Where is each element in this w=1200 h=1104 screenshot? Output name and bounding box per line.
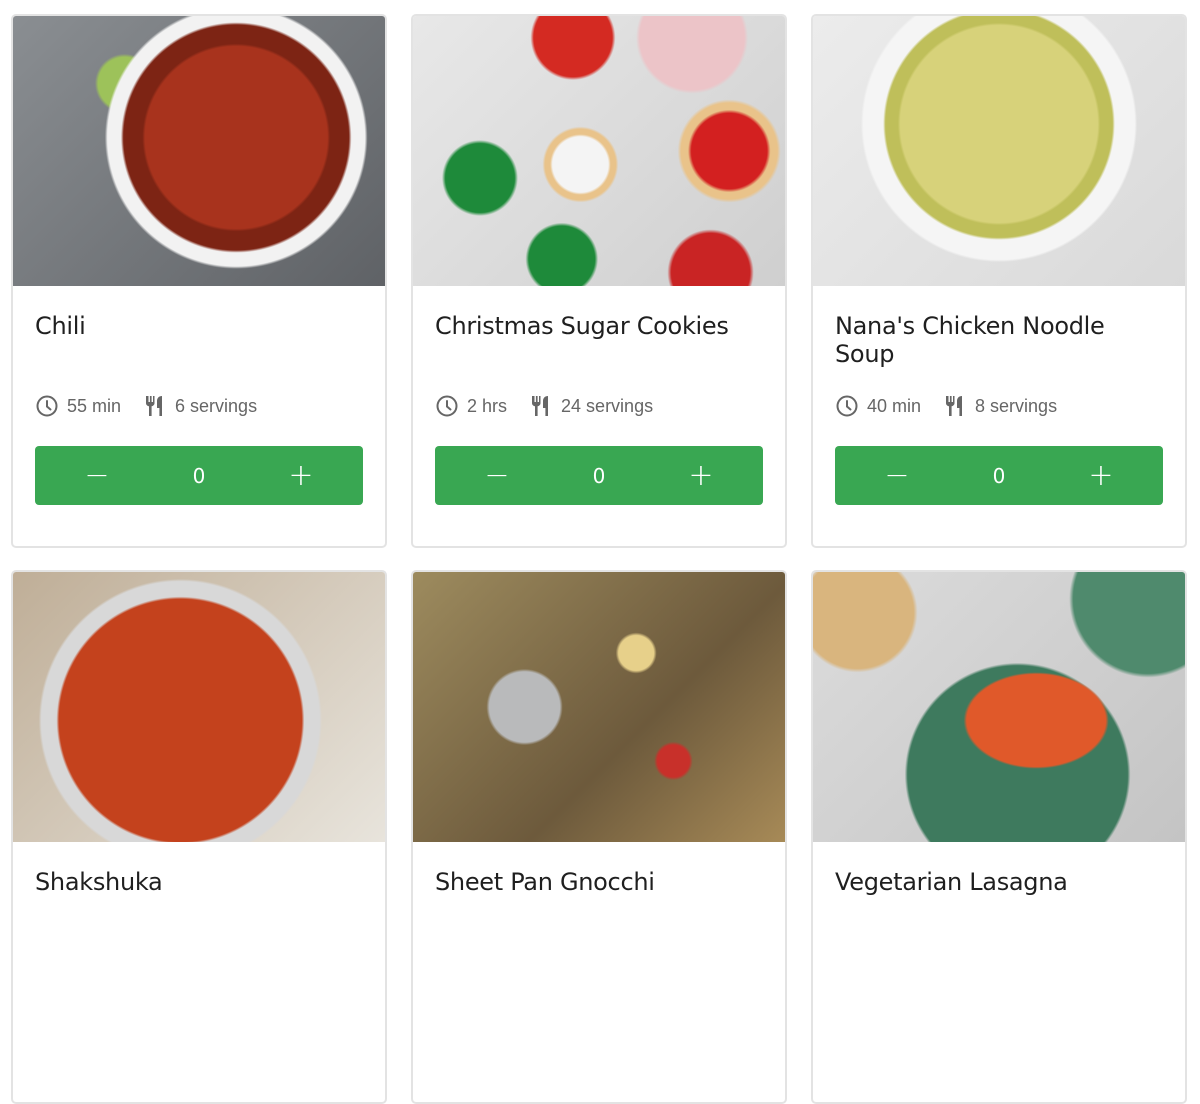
- cook-time: 2 hrs: [435, 394, 507, 418]
- recipe-card[interactable]: Vegetarian Lasagna: [811, 570, 1187, 1104]
- fork-knife-icon: [529, 394, 553, 418]
- recipe-card[interactable]: Chili 55 min 6 servings − 0 +: [11, 14, 387, 548]
- recipe-meta: 55 min 6 servings: [35, 392, 363, 420]
- recipe-card[interactable]: Christmas Sugar Cookies 2 hrs 24 serving…: [411, 14, 787, 548]
- quantity-value: 0: [192, 463, 206, 488]
- servings-value: 8 servings: [975, 395, 1058, 416]
- recipe-title[interactable]: Chili: [35, 312, 363, 392]
- recipe-title[interactable]: Christmas Sugar Cookies: [435, 312, 763, 392]
- recipe-card[interactable]: Shakshuka: [11, 570, 387, 1104]
- recipe-photo-shakshuka[interactable]: [13, 572, 385, 842]
- fork-knife-icon: [943, 394, 967, 418]
- recipe-title[interactable]: Sheet Pan Gnocchi: [435, 868, 763, 948]
- cook-time-value: 55 min: [67, 395, 122, 416]
- recipe-photo-gnocchi[interactable]: [413, 572, 785, 842]
- servings: 24 servings: [529, 394, 653, 418]
- servings: 8 servings: [943, 394, 1057, 418]
- cook-time-value: 2 hrs: [467, 395, 508, 416]
- decrement-button[interactable]: −: [835, 446, 959, 505]
- recipe-photo-lasagna[interactable]: [813, 572, 1185, 842]
- recipe-card[interactable]: Sheet Pan Gnocchi: [411, 570, 787, 1104]
- cook-time: 55 min: [35, 394, 121, 418]
- quantity-stepper: − 0 +: [435, 446, 763, 505]
- recipe-card[interactable]: Nana's Chicken Noodle Soup 40 min 8 serv…: [811, 14, 1187, 548]
- recipe-meta: 2 hrs 24 servings: [435, 392, 763, 420]
- decrement-button[interactable]: −: [435, 446, 559, 505]
- servings-value: 24 servings: [561, 395, 654, 416]
- increment-button[interactable]: +: [1039, 446, 1163, 505]
- cook-time: 40 min: [835, 394, 921, 418]
- recipe-title[interactable]: Vegetarian Lasagna: [835, 868, 1163, 948]
- recipe-title[interactable]: Shakshuka: [35, 868, 363, 948]
- recipe-title[interactable]: Nana's Chicken Noodle Soup: [835, 312, 1163, 392]
- decrement-button[interactable]: −: [35, 446, 159, 505]
- increment-button[interactable]: +: [639, 446, 763, 505]
- recipe-meta: 40 min 8 servings: [835, 392, 1163, 420]
- servings: 6 servings: [143, 394, 257, 418]
- increment-button[interactable]: +: [239, 446, 363, 505]
- recipe-photo-chili[interactable]: [13, 16, 385, 286]
- clock-icon: [35, 394, 59, 418]
- recipe-photo-soup[interactable]: [813, 16, 1185, 286]
- fork-knife-icon: [143, 394, 167, 418]
- quantity-value: 0: [592, 463, 606, 488]
- quantity-stepper: − 0 +: [835, 446, 1163, 505]
- quantity-value: 0: [992, 463, 1006, 488]
- clock-icon: [835, 394, 859, 418]
- cook-time-value: 40 min: [867, 395, 922, 416]
- recipe-grid: Chili 55 min 6 servings − 0 + Christmas …: [11, 14, 1187, 1104]
- quantity-stepper: − 0 +: [35, 446, 363, 505]
- recipe-photo-cookies[interactable]: [413, 16, 785, 286]
- clock-icon: [435, 394, 459, 418]
- servings-value: 6 servings: [175, 395, 258, 416]
